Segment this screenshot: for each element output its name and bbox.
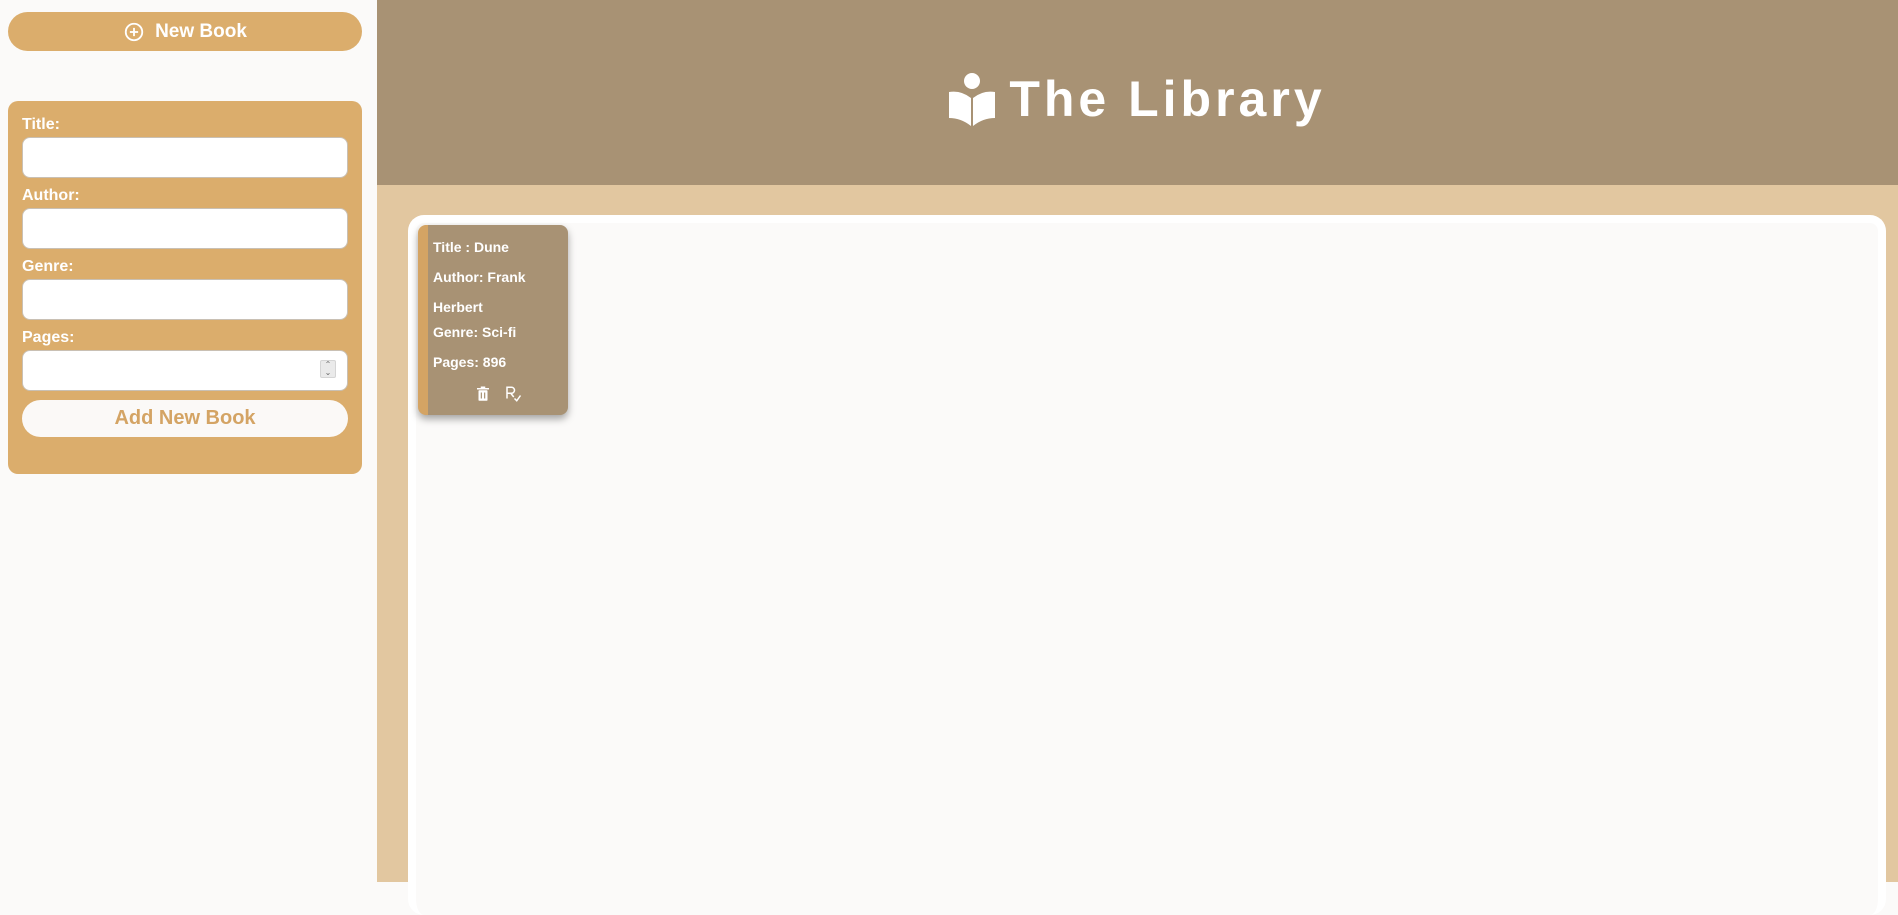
- book-genre: Genre: Sci-fi: [433, 324, 517, 340]
- read-check-icon[interactable]: [504, 385, 522, 403]
- chevron-down-icon[interactable]: ⌄: [325, 369, 332, 377]
- header: The Library: [377, 0, 1898, 185]
- add-new-book-button[interactable]: Add New Book: [22, 400, 348, 437]
- author-input[interactable]: [22, 208, 348, 249]
- title-label: Title:: [22, 116, 60, 133]
- book-card: Title : Dune Author: Frank Herbert Genre…: [418, 225, 568, 415]
- brand: The Library: [949, 70, 1325, 128]
- pages-label: Pages:: [22, 329, 75, 346]
- book-pages: Pages: 896: [433, 354, 507, 370]
- book-author: Author: Frank Herbert: [433, 269, 526, 315]
- pages-stepper[interactable]: ⌃ ⌄: [320, 360, 336, 378]
- plus-circle-icon: [124, 22, 144, 41]
- author-label: Author:: [22, 187, 80, 204]
- title-input[interactable]: [22, 137, 348, 178]
- page-title: The Library: [1009, 70, 1326, 127]
- new-book-form: Title: Author: Genre: Pages: ⌃ ⌄ Add New…: [8, 101, 362, 474]
- book-actions: [428, 385, 568, 403]
- sidebar: New Book Title: Author: Genre: Pages: ⌃ …: [0, 0, 377, 882]
- pages-field: ⌃ ⌄: [22, 350, 348, 391]
- genre-label: Genre:: [22, 258, 74, 275]
- new-book-label: New Book: [155, 20, 247, 42]
- pages-input[interactable]: [22, 350, 348, 391]
- books-panel: [408, 215, 1886, 915]
- trash-icon[interactable]: [474, 385, 492, 403]
- genre-input[interactable]: [22, 279, 348, 320]
- new-book-button[interactable]: New Book: [8, 12, 362, 51]
- reader-book-icon: [949, 72, 996, 126]
